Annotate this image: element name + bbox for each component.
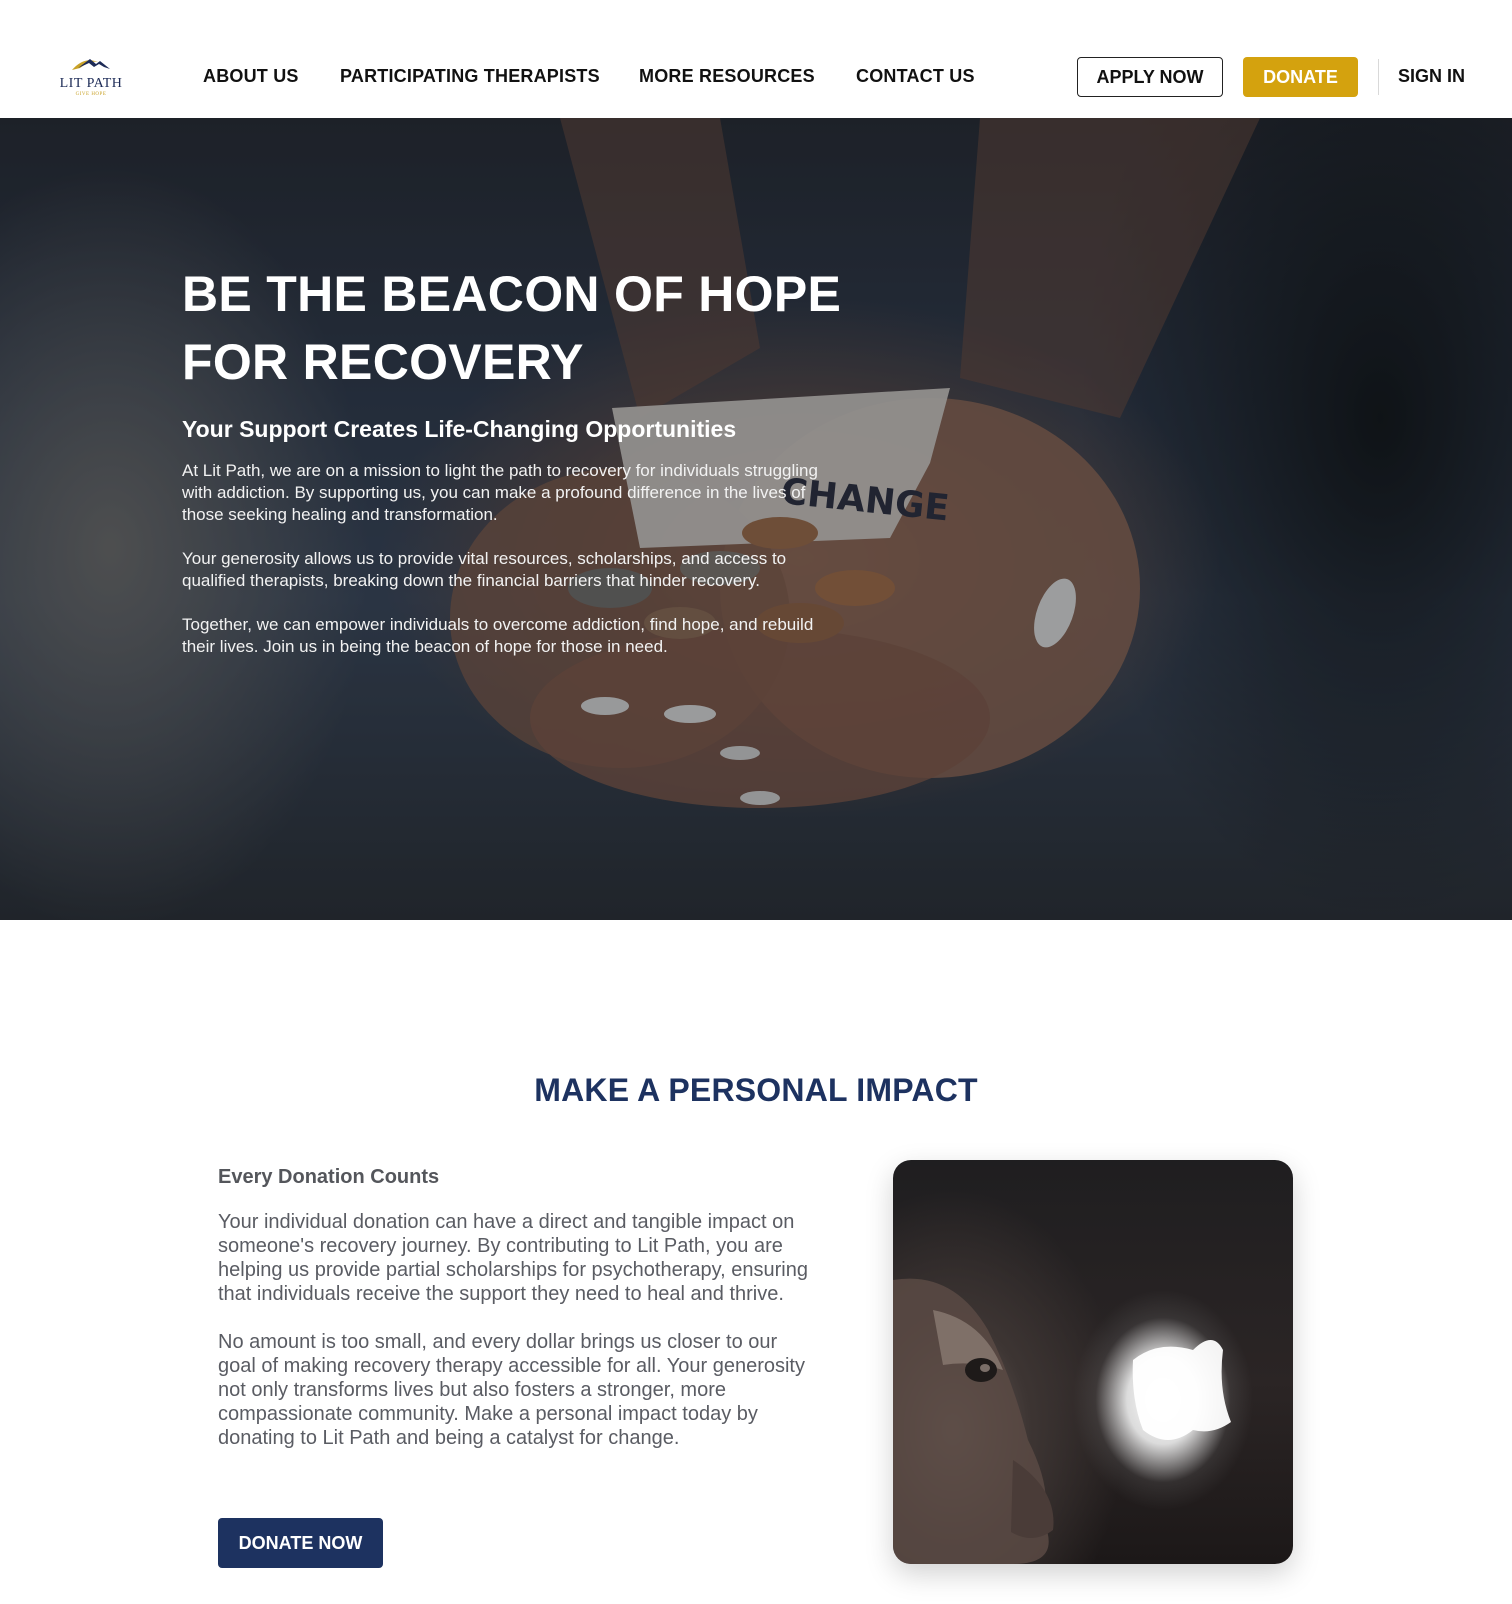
hero-content: BE THE BEACON OF HOPE FOR RECOVERY Your … bbox=[182, 260, 842, 658]
hero-subtitle: Your Support Creates Life-Changing Oppor… bbox=[182, 416, 737, 442]
hero-title-line-1: BE THE BEACON OF HOPE bbox=[182, 266, 842, 322]
donate-now-button[interactable]: DONATE NOW bbox=[218, 1518, 383, 1568]
lit-path-logo[interactable]: LIT PATH GIVE HOPE bbox=[58, 54, 124, 100]
face-light-image bbox=[893, 1278, 1231, 1564]
sign-in-link[interactable]: SIGN IN bbox=[1398, 66, 1465, 87]
logo-wordmark: LIT PATH bbox=[59, 76, 123, 91]
hero-paragraph-3: Together, we can empower individuals to … bbox=[182, 615, 814, 656]
hero-section: CHANGE BE THE BEACON OF HOPE FOR RECOVER… bbox=[0, 118, 1512, 920]
header-divider bbox=[1378, 59, 1379, 95]
nav-more-resources[interactable]: MORE RESOURCES bbox=[639, 66, 815, 87]
apply-now-button[interactable]: APPLY NOW bbox=[1077, 57, 1223, 97]
site-header: LIT PATH GIVE HOPE ABOUT US PARTICIPATIN… bbox=[0, 0, 1512, 118]
impact-paragraph-1: Your individual donation can have a dire… bbox=[218, 1211, 808, 1305]
hero-paragraph-1: At Lit Path, we are on a mission to ligh… bbox=[182, 461, 818, 524]
impact-photo bbox=[893, 1160, 1293, 1564]
impact-subheading: Every Donation Counts bbox=[218, 1166, 440, 1188]
donate-button[interactable]: DONATE bbox=[1243, 57, 1358, 97]
nav-about-us[interactable]: ABOUT US bbox=[203, 66, 299, 87]
hero-paragraph-2: Your generosity allows us to provide vit… bbox=[182, 549, 787, 590]
logo-tagline: GIVE HOPE bbox=[75, 92, 107, 97]
hero-title: BE THE BEACON OF HOPE FOR RECOVERY bbox=[182, 260, 842, 396]
impact-paragraph-2: No amount is too small, and every dollar… bbox=[218, 1331, 805, 1449]
nav-participating-therapists[interactable]: PARTICIPATING THERAPISTS bbox=[340, 66, 600, 87]
impact-heading: MAKE A PERSONAL IMPACT bbox=[534, 1072, 978, 1108]
hero-title-line-2: FOR RECOVERY bbox=[182, 334, 584, 390]
impact-text-block: Every Donation Counts Your individual do… bbox=[218, 1164, 808, 1450]
nav-contact-us[interactable]: CONTACT US bbox=[856, 66, 975, 87]
mountain-sun-icon bbox=[72, 59, 110, 70]
